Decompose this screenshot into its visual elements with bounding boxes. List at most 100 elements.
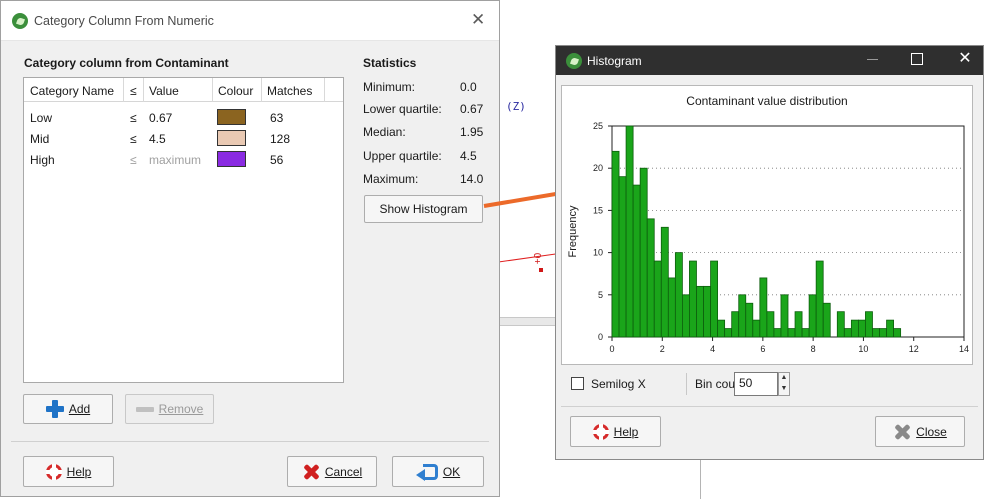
minus-icon	[135, 406, 154, 412]
stat-label-median: Median:	[363, 125, 406, 139]
histogram-bar	[717, 319, 726, 338]
category-name-cell[interactable]: Low	[30, 111, 52, 125]
category-section-heading: Category column from Contaminant	[24, 56, 229, 70]
statistics-heading: Statistics	[363, 56, 417, 70]
app-leaf-icon	[566, 53, 582, 69]
histogram-bar	[808, 294, 817, 338]
dialog-title: Category Column From Numeric	[34, 14, 214, 28]
stepper-up-icon[interactable]: ▲	[779, 373, 789, 384]
histogram-bar	[815, 260, 824, 338]
stat-label-upper-quartile: Upper quartile:	[363, 149, 442, 163]
show-histogram-label: Show Histogram	[379, 202, 468, 216]
plus-icon	[45, 400, 64, 418]
maximize-icon[interactable]	[909, 51, 925, 67]
remove-button-label: Remove	[158, 402, 204, 416]
help-button[interactable]: Help	[23, 456, 114, 487]
y-tick-label: 10	[593, 248, 603, 258]
column-header-matches[interactable]: Matches	[267, 84, 312, 98]
value-cell[interactable]: 0.67	[149, 111, 172, 125]
histogram-bar	[843, 328, 852, 338]
x-tick-label: 10	[858, 344, 868, 354]
x-tick-label: 4	[710, 344, 715, 354]
stat-label-maximum: Maximum:	[363, 172, 419, 186]
y-tick-label: 0	[598, 332, 603, 342]
histogram-bar	[822, 302, 831, 338]
column-header-colour[interactable]: Colour	[218, 84, 253, 98]
close-icon[interactable]: ✕	[471, 10, 485, 30]
table-row[interactable]: High ≤ maximum 56	[24, 150, 343, 170]
app-leaf-icon	[12, 13, 28, 29]
histogram-bar	[893, 328, 902, 338]
column-header-value[interactable]: Value	[149, 84, 179, 98]
help-button[interactable]: Help	[570, 416, 661, 447]
stat-value-lower-quartile: 0.67	[460, 102, 484, 116]
le-cell: ≤	[130, 153, 137, 167]
close-icon[interactable]: ✕	[957, 51, 973, 67]
category-column-dialog: Category Column From Numeric ✕ Category …	[0, 0, 500, 497]
histogram-bar	[879, 328, 887, 338]
x-tick-label: 2	[660, 344, 665, 354]
stat-label-lower-quartile: Lower quartile:	[363, 102, 442, 116]
histogram-bar	[724, 328, 733, 338]
colour-swatch[interactable]	[217, 109, 246, 125]
y-tick-label: 25	[593, 121, 603, 131]
table-row[interactable]: Low ≤ 0.67 63	[24, 108, 343, 128]
stat-label-minimum: Minimum:	[363, 80, 416, 94]
value-cell[interactable]: 4.5	[149, 132, 166, 146]
histogram-bar	[696, 285, 704, 338]
semilog-x-checkbox[interactable]	[571, 377, 584, 390]
remove-button[interactable]: Remove	[125, 394, 214, 424]
stat-value-upper-quartile: 4.5	[460, 149, 477, 163]
cancel-icon	[302, 463, 320, 481]
y-tick-label: 5	[598, 290, 603, 300]
histogram-bar	[865, 311, 873, 338]
histogram-bar	[710, 260, 718, 338]
histogram-bar	[745, 302, 754, 338]
histogram-bar	[618, 176, 627, 338]
histogram-bar	[682, 294, 690, 338]
toolbar-separator	[686, 373, 687, 395]
histogram-title: Histogram	[587, 54, 642, 68]
dialog-titlebar: Category Column From Numeric ✕	[1, 1, 499, 41]
background-axis-label: (Z)	[506, 100, 526, 113]
chart-title: Contaminant value distribution	[686, 94, 847, 108]
category-name-cell[interactable]: High	[30, 153, 55, 167]
column-header-le[interactable]: ≤	[130, 84, 137, 98]
histogram-bar	[674, 252, 683, 338]
histogram-bar	[738, 294, 747, 338]
histogram-bar	[653, 260, 662, 338]
close-button-label: Close	[916, 424, 947, 439]
category-name-cell[interactable]: Mid	[30, 132, 49, 146]
x-tick-label: 14	[959, 344, 969, 354]
x-tick-label: 6	[760, 344, 765, 354]
stat-value-median: 1.95	[460, 125, 484, 139]
histogram-bar	[801, 328, 810, 338]
matches-cell: 128	[270, 132, 291, 146]
help-lifebuoy-icon	[45, 463, 62, 480]
histogram-bar	[886, 319, 894, 338]
add-button[interactable]: Add	[23, 394, 113, 424]
histogram-bar	[667, 277, 676, 338]
histogram-window: Histogram ✕ Contaminant value distributi…	[555, 45, 984, 460]
colour-swatch[interactable]	[217, 130, 246, 146]
cancel-button[interactable]: Cancel	[287, 456, 377, 487]
y-tick-label: 20	[593, 163, 603, 173]
add-button-label: Add	[68, 402, 91, 416]
close-button[interactable]: Close	[875, 416, 965, 447]
show-histogram-button[interactable]: Show Histogram	[364, 195, 483, 223]
histogram-bar	[639, 167, 648, 338]
x-tick-label: 0	[609, 344, 614, 354]
bin-count-input[interactable]: 50	[734, 372, 778, 396]
histogram-chart: Contaminant value distribution 0 5 10 15 20 25…	[561, 85, 973, 365]
close-x-icon	[893, 423, 911, 441]
ok-arrow-icon	[415, 463, 438, 481]
colour-swatch[interactable]	[217, 151, 246, 167]
table-row[interactable]: Mid ≤ 4.5 128	[24, 129, 343, 149]
value-cell: maximum	[149, 153, 202, 167]
bin-count-stepper[interactable]: ▲ ▼	[778, 372, 790, 396]
table-header: Category Name ≤ Value Colour Matches	[24, 78, 343, 102]
minimize-icon[interactable]	[865, 51, 881, 67]
ok-button[interactable]: OK	[392, 456, 484, 487]
stepper-down-icon[interactable]: ▼	[779, 384, 789, 395]
column-header-category-name[interactable]: Category Name	[30, 84, 114, 98]
